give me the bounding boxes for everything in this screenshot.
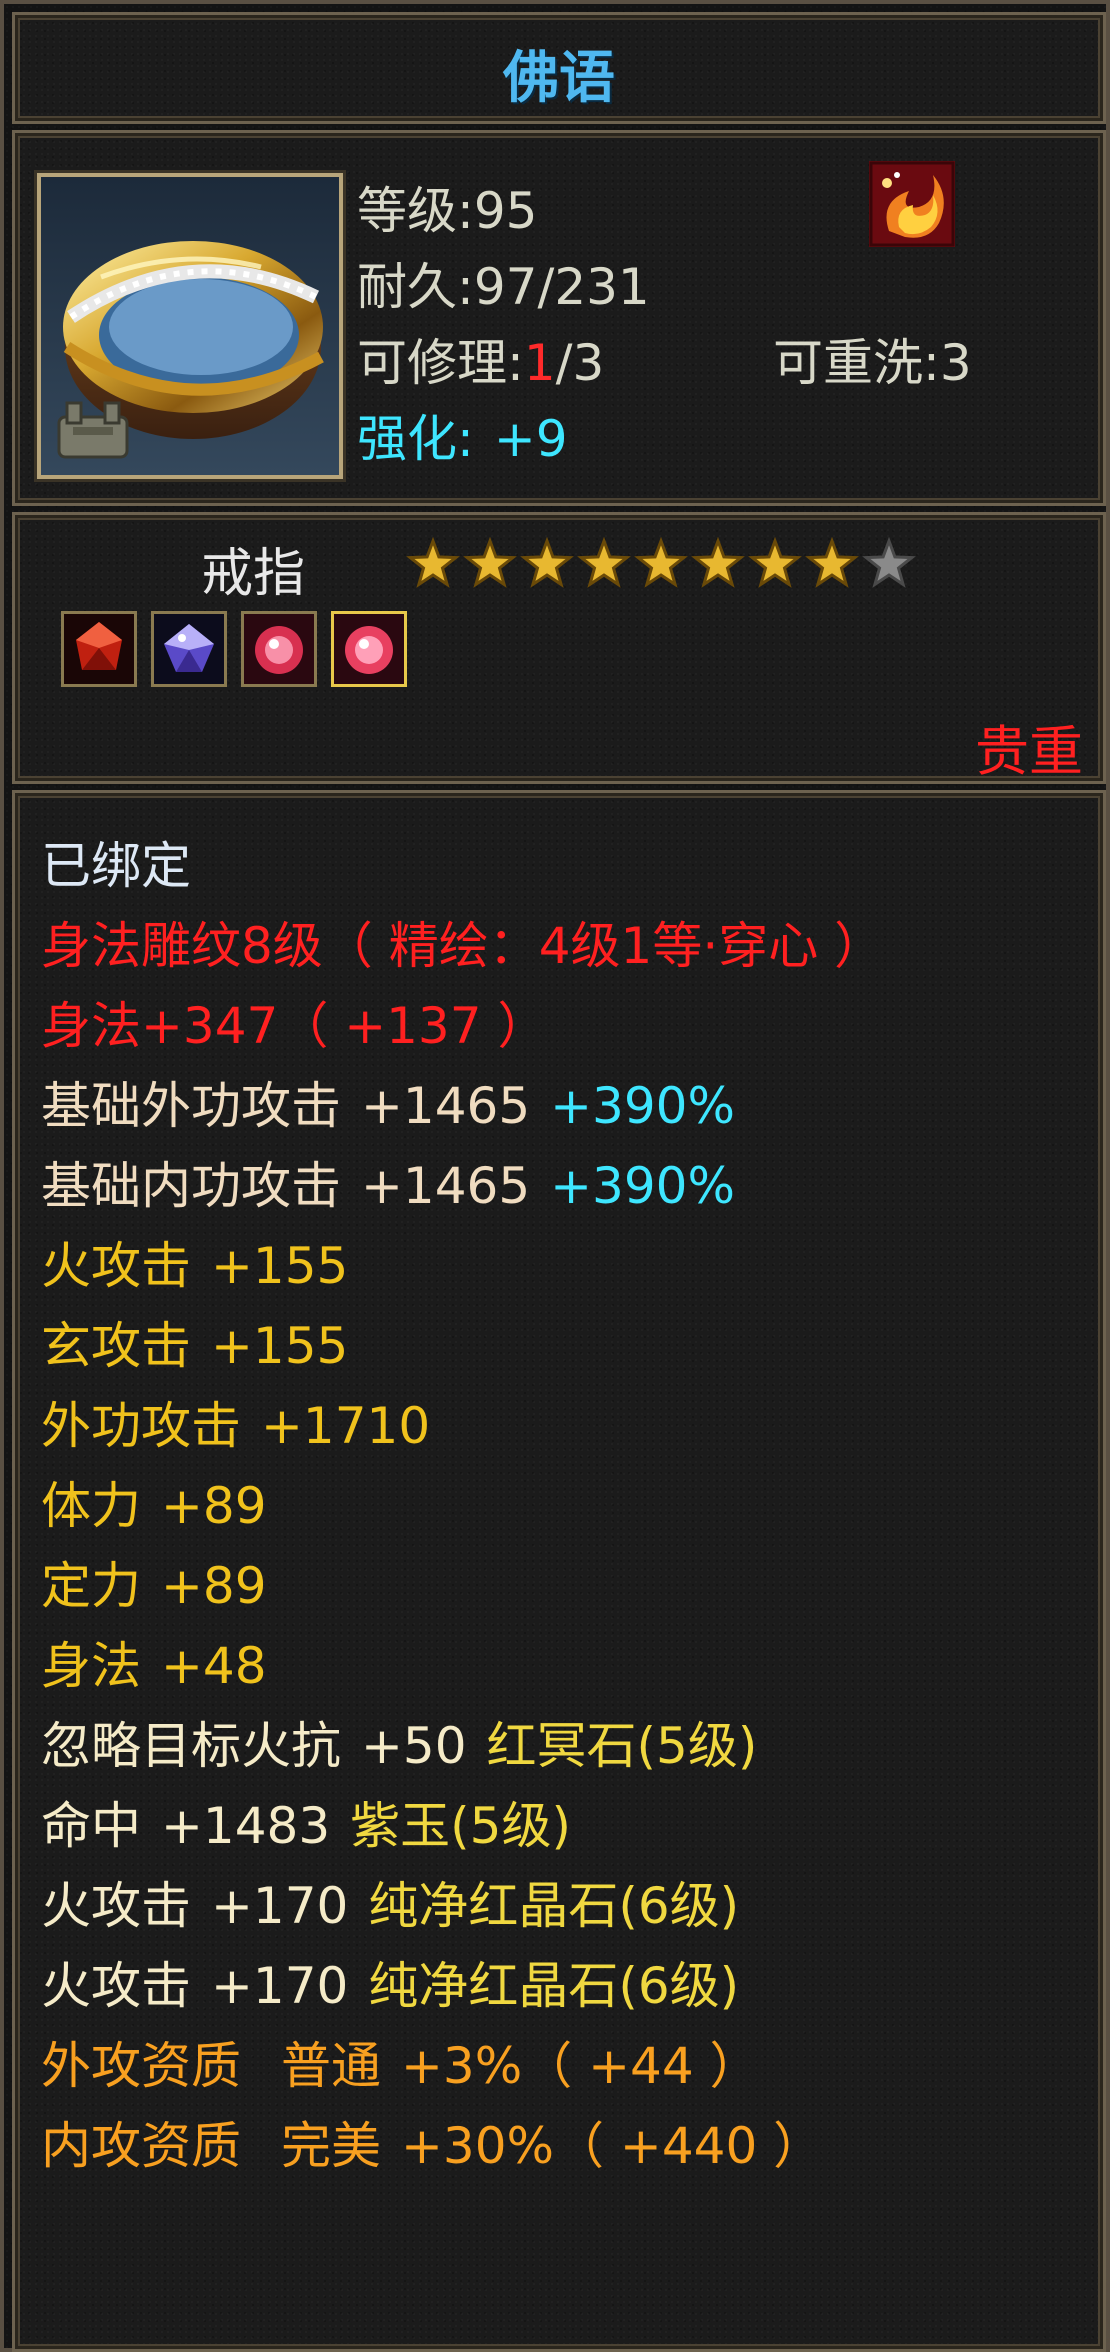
engrave-line: 身法雕纹8级（ 精绘：4级1等·穿心 ） bbox=[41, 917, 885, 975]
pure-red-crystal-gem-icon bbox=[244, 614, 314, 684]
stat-label: 外功攻击 bbox=[41, 1397, 241, 1455]
stat-label: 身法 bbox=[41, 1637, 141, 1695]
star-filled-icon bbox=[577, 537, 631, 588]
attr-line: 火攻击 +155 bbox=[41, 1233, 348, 1299]
stat-label: 火攻击 bbox=[41, 1957, 191, 2015]
precious-label: 贵重 bbox=[975, 720, 1083, 783]
quality-value: +30% bbox=[401, 2117, 555, 2175]
base-outer-attack: 基础外功攻击 +1465 +390% bbox=[41, 1073, 735, 1139]
stat-label: 定力 bbox=[41, 1557, 141, 1615]
star-filled-icon bbox=[520, 537, 574, 588]
item-tooltip: 佛语 等级:95 耐久:97/231 可修理:1/3 可重洗:3 强化: +9 … bbox=[0, 0, 1110, 2352]
item-type: 戒指 bbox=[201, 544, 306, 604]
quality-label: 外攻资质 bbox=[41, 2037, 241, 2095]
rewash-count: 可重洗:3 bbox=[773, 334, 972, 392]
gem-stat-line: 火攻击 +170 纯净红晶石(6级) bbox=[41, 1873, 739, 1939]
quality-bonus: （ +440 ） bbox=[554, 2117, 824, 2175]
stat-value: +1465 bbox=[361, 1077, 531, 1135]
type-panel: 戒指 贵重 bbox=[12, 512, 1106, 784]
stat-value: +1483 bbox=[161, 1797, 331, 1855]
bound-status: 已绑定 bbox=[41, 837, 191, 895]
gem-socket[interactable] bbox=[151, 611, 227, 687]
item-level: 等级:95 bbox=[357, 182, 538, 240]
item-title: 佛语 bbox=[503, 46, 615, 111]
repair-total: /3 bbox=[555, 334, 605, 392]
gem-socket[interactable] bbox=[61, 611, 137, 687]
stat-value: +170 bbox=[211, 1877, 349, 1935]
attr-line: 外功攻击 +1710 bbox=[41, 1393, 430, 1459]
gem-stat-line: 火攻击 +170 纯净红晶石(6级) bbox=[41, 1953, 739, 2019]
repair-label: 可修理: bbox=[357, 334, 524, 392]
stat-percent: +390% bbox=[550, 1157, 735, 1215]
stat-value: +1710 bbox=[261, 1397, 431, 1455]
purple-jade-gem-icon bbox=[154, 614, 224, 684]
quality-label: 内攻资质 bbox=[41, 2117, 241, 2175]
title-bar: 佛语 bbox=[12, 12, 1106, 124]
stat-value: +89 bbox=[161, 1477, 267, 1535]
item-icon-frame[interactable] bbox=[37, 173, 343, 479]
stats-panel: 已绑定 身法雕纹8级（ 精绘：4级1等·穿心 ） 身法+347（ +137 ） … bbox=[12, 790, 1106, 2352]
agility-bonus-line: 身法+347（ +137 ） bbox=[41, 997, 548, 1055]
quality-bonus: （ +44 ） bbox=[522, 2037, 760, 2095]
stat-value: +170 bbox=[211, 1957, 349, 2015]
item-durability: 耐久:97/231 bbox=[357, 258, 650, 316]
stat-value: +1465 bbox=[361, 1157, 531, 1215]
quality-line: 内攻资质 完美 +30%（ +440 ） bbox=[41, 2113, 823, 2179]
stat-label: 基础内功攻击 bbox=[41, 1157, 341, 1215]
bind-lock-icon bbox=[57, 401, 129, 459]
attr-line: 身法 +48 bbox=[41, 1633, 267, 1699]
quality-grade: 普通 bbox=[281, 2037, 381, 2095]
stat-value: +155 bbox=[211, 1317, 349, 1375]
repair-count: 可修理:1/3 bbox=[357, 323, 604, 395]
stat-value: +48 bbox=[161, 1637, 267, 1695]
stat-label: 玄攻击 bbox=[41, 1317, 191, 1375]
item-info-panel: 等级:95 耐久:97/231 可修理:1/3 可重洗:3 强化: +9 bbox=[12, 130, 1106, 506]
star-rating bbox=[406, 537, 916, 588]
gem-name: 纯净红晶石(6级) bbox=[368, 1957, 740, 2015]
repair-used: 1 bbox=[523, 334, 556, 392]
enhance-level: 强化: +9 bbox=[357, 399, 568, 471]
base-inner-attack: 基础内功攻击 +1465 +390% bbox=[41, 1153, 735, 1219]
stat-value: +50 bbox=[361, 1717, 467, 1775]
gem-name: 紫玉(5级) bbox=[350, 1797, 571, 1855]
gem-stat-line: 命中 +1483 紫玉(5级) bbox=[41, 1793, 571, 1859]
quality-grade: 完美 bbox=[281, 2117, 381, 2175]
stat-label: 火攻击 bbox=[41, 1237, 191, 1295]
stat-label: 基础外功攻击 bbox=[41, 1077, 341, 1135]
star-filled-icon bbox=[691, 537, 745, 588]
phoenix-flame-icon[interactable] bbox=[869, 161, 955, 247]
stat-value: +155 bbox=[211, 1237, 349, 1295]
stat-label: 命中 bbox=[41, 1797, 141, 1855]
gem-name: 纯净红晶石(6级) bbox=[368, 1877, 740, 1935]
star-empty-icon bbox=[862, 537, 916, 588]
attr-line: 体力 +89 bbox=[41, 1473, 267, 1539]
gem-name: 红冥石(5级) bbox=[486, 1717, 758, 1775]
star-filled-icon bbox=[406, 537, 460, 588]
pure-red-crystal-gem-icon bbox=[334, 614, 404, 684]
enhance-label: 强化: bbox=[357, 410, 474, 468]
star-filled-icon bbox=[805, 537, 859, 588]
star-filled-icon bbox=[748, 537, 802, 588]
gem-socket[interactable] bbox=[241, 611, 317, 687]
stat-value: +89 bbox=[161, 1557, 267, 1615]
star-filled-icon bbox=[634, 537, 688, 588]
red-crystal-gem-icon bbox=[64, 614, 134, 684]
star-filled-icon bbox=[463, 537, 517, 588]
stat-label: 火攻击 bbox=[41, 1877, 191, 1935]
gem-stat-line: 忽略目标火抗 +50 红冥石(5级) bbox=[41, 1713, 757, 1779]
enhance-value: +9 bbox=[493, 410, 568, 468]
stat-label: 体力 bbox=[41, 1477, 141, 1535]
attr-line: 玄攻击 +155 bbox=[41, 1313, 348, 1379]
quality-value: +3% bbox=[401, 2037, 523, 2095]
stat-label: 忽略目标火抗 bbox=[41, 1717, 341, 1775]
gem-socket[interactable] bbox=[331, 611, 407, 687]
attr-line: 定力 +89 bbox=[41, 1553, 267, 1619]
stat-percent: +390% bbox=[550, 1077, 735, 1135]
quality-line: 外攻资质 普通 +3%（ +44 ） bbox=[41, 2033, 760, 2099]
